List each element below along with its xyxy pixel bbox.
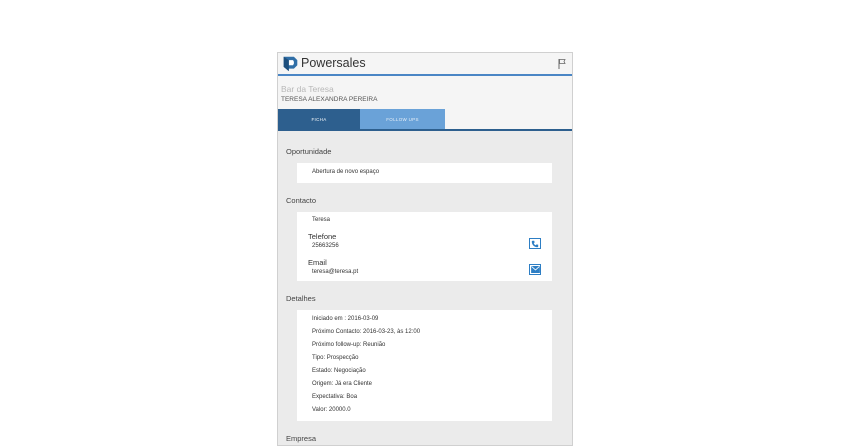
email-value: teresa@teresa.pt (312, 269, 359, 275)
email-button[interactable] (529, 264, 541, 275)
app-title: Powersales (301, 56, 366, 70)
oportunidade-card: Abertura de novo espaço (297, 163, 552, 183)
mail-icon (530, 266, 540, 273)
oportunidade-value: Abertura de novo espaço (312, 169, 380, 175)
contact-name: Teresa (312, 217, 331, 223)
detalhes-card: Iniciado em : 2016-03-09 Próximo Contact… (297, 310, 552, 421)
detail-tipo: Tipo: Prospecção (312, 355, 359, 361)
section-title-oportunidade: Oportunidade (286, 147, 332, 156)
tab-ficha[interactable]: FICHA (278, 109, 360, 129)
detail-origem: Origem: Já era Cliente (312, 381, 373, 387)
section-title-empresa: Empresa (286, 434, 317, 443)
section-title-contacto: Contacto (286, 196, 317, 205)
detail-proximo-follow-up: Próximo follow-up: Reunião (312, 342, 386, 348)
call-button[interactable] (529, 238, 541, 249)
tab-bar: FICHA FOLLOW UPS (278, 109, 572, 131)
telefone-value: 25663256 (312, 243, 339, 249)
app-bar: Powersales (278, 53, 572, 76)
contacto-card: Teresa Telefone 25663256 Email teresa@te… (297, 212, 552, 281)
tab-follow-ups[interactable]: FOLLOW UPS (360, 109, 445, 129)
client-name: Bar da Teresa (281, 84, 334, 94)
contact-person: TERESA ALEXANDRA PEREIRA (281, 96, 378, 103)
detail-proximo-contacto: Próximo Contacto: 2016-03-23, às 12:00 (312, 329, 421, 335)
detail-valor: Valor: 20000.0 (312, 407, 351, 413)
powersales-logo-icon (283, 56, 298, 72)
detail-estado: Estado: Negociação (312, 368, 366, 374)
detail-expectativa: Expectativa: Boa (312, 394, 358, 400)
flag-icon[interactable] (558, 59, 566, 69)
opportunity-header: Bar da Teresa TERESA ALEXANDRA PEREIRA (278, 76, 572, 109)
detail-iniciado: Iniciado em : 2016-03-09 (312, 316, 379, 322)
section-title-detalhes: Detalhes (286, 294, 316, 303)
telefone-label: Telefone (308, 232, 337, 241)
app-window: Powersales Bar da Teresa TERESA ALEXANDR… (277, 52, 573, 446)
email-label: Email (308, 258, 327, 267)
phone-icon (531, 240, 539, 247)
